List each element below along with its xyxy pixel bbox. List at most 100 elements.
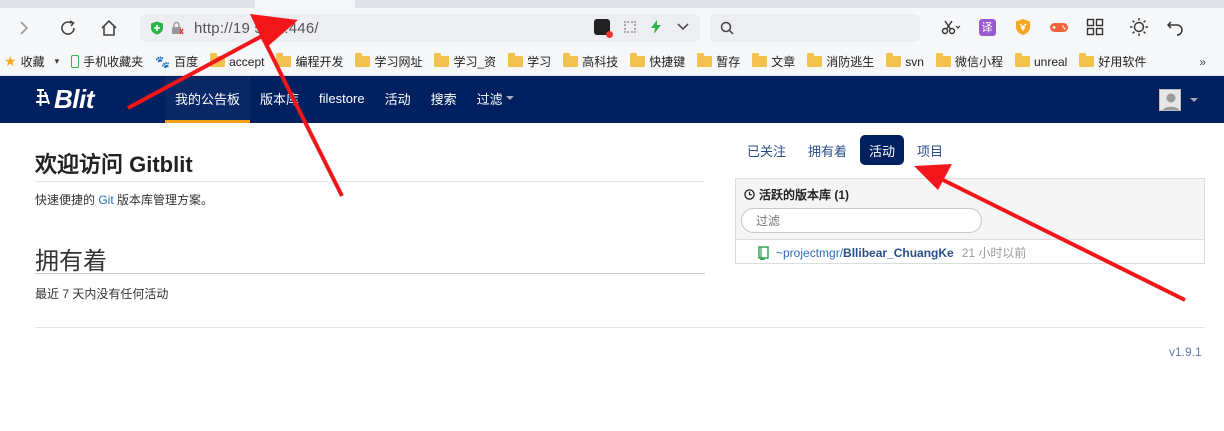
home-icon[interactable] <box>97 16 121 40</box>
bookmark-item[interactable]: 🐾 百度 <box>155 53 198 70</box>
scissors-icon[interactable] <box>940 16 962 38</box>
nav-label: 版本库 <box>260 91 300 107</box>
qr-code-icon[interactable] <box>624 21 636 33</box>
undo-icon[interactable] <box>1164 16 1186 38</box>
bookmark-label: 收藏 <box>20 55 45 69</box>
tab-starred[interactable]: 已关注 <box>738 135 795 165</box>
git-link[interactable]: Git <box>98 193 113 207</box>
bookmark-item[interactable]: 高科技 <box>563 53 618 70</box>
bookmark-item[interactable]: 文章 <box>752 53 795 70</box>
extension-toolbar: 译 <box>940 16 1186 38</box>
bookmark-item[interactable]: 暂存 <box>697 53 740 70</box>
bookmark-item[interactable]: ★ 收藏 ▾ <box>4 53 59 70</box>
main-content: 欢迎访问 Gitblit 快速便捷的 Git 版本库管理方案。 拥有着 最近 7… <box>0 123 1224 431</box>
browser-search-box[interactable] <box>710 14 920 42</box>
panel-title: 活跃的版本库 (1) <box>744 186 849 203</box>
folder-icon <box>276 53 292 67</box>
page-title: 欢迎访问 Gitblit <box>35 152 193 177</box>
gamepad-icon[interactable] <box>1048 16 1070 38</box>
nav-label: 我的公告板 <box>175 91 241 107</box>
folder-icon <box>1014 53 1030 67</box>
bookmark-item[interactable]: 学习 <box>508 53 551 70</box>
no-activity-text: 最近 7 天内没有任何活动 <box>35 287 169 301</box>
bookmark-item[interactable]: accept <box>210 53 264 69</box>
folder-icon <box>210 53 226 67</box>
reload-icon[interactable] <box>56 16 80 40</box>
coupon-shield-icon[interactable] <box>1012 16 1034 38</box>
nav-item-activity[interactable]: 活动 <box>375 76 421 123</box>
browser-active-tab[interactable] <box>255 0 355 8</box>
divider <box>35 181 705 182</box>
nav-label: 搜索 <box>430 91 457 107</box>
bookmark-item[interactable]: 手机收藏夹 <box>71 53 143 70</box>
tab-owned[interactable]: 拥有着 <box>799 135 856 165</box>
bookmark-item[interactable]: svn <box>886 53 924 69</box>
nav-item-repositories[interactable]: 版本库 <box>250 76 309 123</box>
nav-item-search[interactable]: 搜索 <box>421 76 467 123</box>
list-item[interactable]: ~projectmgr/Bllibear_ChuangKe 21 小时以前 <box>758 244 1026 261</box>
repo-name[interactable]: Bllibear_ChuangKe <box>843 246 954 260</box>
repo-updated-time: 21 小时以前 <box>961 246 1027 260</box>
bookmark-label: 快捷键 <box>649 55 686 69</box>
bookmark-label: unreal <box>1033 54 1068 69</box>
clock-icon <box>744 189 755 200</box>
bookmark-label: 好用软件 <box>1098 55 1147 69</box>
user-menu-caret-icon[interactable] <box>1190 98 1198 102</box>
bookmark-item[interactable]: 学习网址 <box>355 53 422 70</box>
main-nav: 我的公告板 版本库 filestore 活动 搜索 过滤 <box>165 76 524 123</box>
user-avatar[interactable] <box>1159 89 1181 111</box>
bookmark-item[interactable]: 学习_资 <box>434 53 496 70</box>
nav-item-dashboard[interactable]: 我的公告板 <box>165 76 251 123</box>
bookmarks-overflow-button[interactable]: » <box>1199 55 1206 69</box>
filter-input[interactable] <box>741 208 982 233</box>
caret-down-icon <box>505 96 514 100</box>
bookmark-label: 手机收藏夹 <box>83 55 144 69</box>
chevron-down-icon[interactable] <box>676 22 690 32</box>
folder-icon <box>697 53 713 67</box>
description: 快速便捷的 Git 版本库管理方案。 <box>35 191 213 208</box>
bookmark-item[interactable]: 快捷键 <box>630 53 685 70</box>
lightning-icon[interactable] <box>650 20 662 34</box>
nav-item-filestore[interactable]: filestore <box>309 76 375 123</box>
bookmark-label: 学习_资 <box>453 55 497 69</box>
baidu-paw-icon: 🐾 <box>155 54 171 69</box>
grid-apps-icon[interactable] <box>1084 16 1106 38</box>
bookmark-item[interactable]: 好用软件 <box>1079 53 1146 70</box>
footer-divider <box>35 327 1205 328</box>
insecure-lock-icon[interactable] <box>170 21 184 35</box>
tab-projects[interactable]: 项目 <box>908 135 952 165</box>
repo-owner[interactable]: ~projectmgr/ <box>776 246 843 260</box>
bookmark-item[interactable]: unreal <box>1014 53 1068 69</box>
version-text: v1.9.1 <box>1169 345 1202 359</box>
bookmark-item[interactable]: 微信小程 <box>935 53 1003 70</box>
brightness-icon[interactable] <box>1128 16 1150 38</box>
folder-icon <box>807 53 823 67</box>
description-suffix: 版本库管理方案。 <box>113 193 214 207</box>
bookmark-label: 消防逃生 <box>826 55 875 69</box>
nav-item-filters[interactable]: 过滤 <box>467 76 524 123</box>
tab-label: 拥有着 <box>808 143 848 159</box>
nav-label: filestore <box>319 90 365 106</box>
forward-icon[interactable] <box>12 16 36 40</box>
translate-icon[interactable]: 译 <box>976 16 998 38</box>
divider <box>35 273 705 274</box>
folder-icon <box>508 53 524 67</box>
bookmark-label: 文章 <box>771 55 796 69</box>
phone-icon <box>71 55 80 68</box>
active-repositories-panel: 活跃的版本库 (1) ~projectmgr/Bllibear_ChuangKe… <box>735 178 1205 264</box>
bookmark-label: 编程开发 <box>295 55 344 69</box>
shield-icon[interactable] <box>150 21 164 35</box>
browser-tab-strip <box>0 0 1224 8</box>
bookmark-label: 学习网址 <box>374 55 423 69</box>
bookmark-item[interactable]: 消防逃生 <box>807 53 874 70</box>
gitblit-logo[interactable]: Blit <box>34 84 94 115</box>
address-bar[interactable]: http://19 5.33:446/ <box>140 14 700 42</box>
sidebar-tabs: 已关注 拥有着 活动 项目 <box>738 135 952 165</box>
folder-icon <box>563 53 579 67</box>
folder-icon <box>935 53 951 67</box>
tab-label: 项目 <box>917 143 944 159</box>
tab-activity[interactable]: 活动 <box>860 135 905 165</box>
bookmark-item[interactable]: 编程开发 <box>276 53 343 70</box>
reader-extension-icon[interactable] <box>594 19 613 38</box>
bookmark-label: 暂存 <box>716 55 741 69</box>
